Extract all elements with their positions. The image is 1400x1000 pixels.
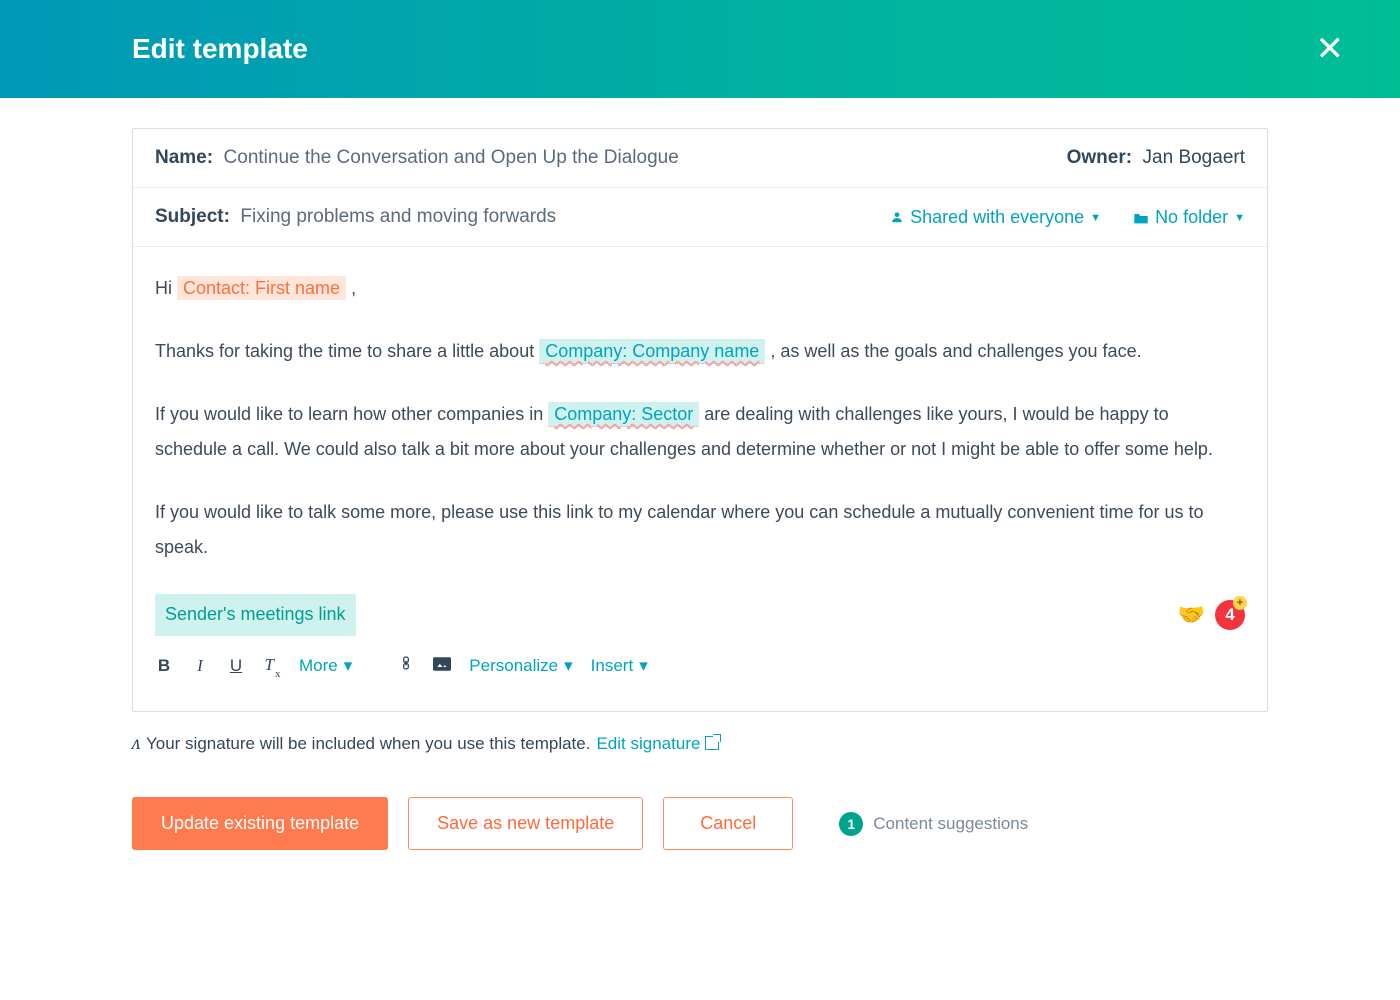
edit-signature-link[interactable]: Edit signature <box>596 734 719 754</box>
text: , <box>351 278 356 298</box>
folder-icon <box>1133 211 1149 225</box>
token-company-name[interactable]: Company: Company name <box>539 339 765 364</box>
subject-value: Fixing problems and moving forwards <box>240 206 556 227</box>
signature-icon: ᴧ <box>132 732 140 755</box>
subject-label: Subject: <box>155 206 230 227</box>
update-template-button[interactable]: Update existing template <box>132 797 388 850</box>
editor-body[interactable]: Hi Contact: First name , Thanks for taki… <box>133 247 1267 711</box>
meta-row-name: Name: Continue the Conversation and Open… <box>133 129 1267 188</box>
chevron-down-icon: ▾ <box>564 649 573 682</box>
name-value: Continue the Conversation and Open Up th… <box>224 147 679 168</box>
footer-actions: Update existing template Save as new tem… <box>132 797 1268 850</box>
modal-content: Name: Continue the Conversation and Open… <box>0 98 1400 850</box>
personalize-dropdown[interactable]: Personalize ▾ <box>469 649 572 682</box>
modal-header: Edit template ✕ <box>0 0 1400 98</box>
chevron-down-icon: ▼ <box>1234 212 1245 224</box>
underline-button[interactable]: U <box>227 649 245 682</box>
save-as-new-button[interactable]: Save as new template <box>408 797 643 850</box>
modal-title: Edit template <box>132 33 308 65</box>
folder-dropdown[interactable]: No folder ▼ <box>1133 207 1245 228</box>
external-link-icon <box>705 736 719 750</box>
paragraph-2: If you would like to learn how other com… <box>155 397 1245 467</box>
insert-dropdown[interactable]: Insert ▾ <box>591 649 648 682</box>
separator <box>374 657 375 675</box>
owner-value: Jan Bogaert <box>1143 147 1245 168</box>
text: , as well as the goals and challenges yo… <box>770 341 1141 361</box>
paragraph-1: Thanks for taking the time to share a li… <box>155 334 1245 369</box>
personalize-label: Personalize <box>469 649 558 682</box>
owner-label: Owner: <box>1067 147 1132 168</box>
template-subject[interactable]: Subject: Fixing problems and moving forw… <box>155 206 556 228</box>
edit-signature-label: Edit signature <box>596 734 700 753</box>
editor-toolbar: B I U Tx More ▾ Personalize ▾ <box>155 648 1245 697</box>
token-contact-firstname[interactable]: Contact: First name <box>177 276 346 300</box>
chevron-down-icon: ▾ <box>639 649 648 682</box>
signature-text: Your signature will be included when you… <box>146 734 590 754</box>
signature-note: ᴧ Your signature will be included when y… <box>132 732 1268 755</box>
more-label: More <box>299 649 338 682</box>
template-owner: Owner: Jan Bogaert <box>1067 147 1245 169</box>
link-icon <box>399 655 413 671</box>
folder-label: No folder <box>1155 207 1228 228</box>
insert-label: Insert <box>591 649 634 682</box>
chevron-down-icon: ▾ <box>344 649 353 682</box>
greeting-line: Hi Contact: First name , <box>155 271 1245 306</box>
notification-badge[interactable]: 4 <box>1215 600 1245 630</box>
clear-formatting-button[interactable]: Tx <box>263 648 281 683</box>
chevron-down-icon: ▼ <box>1090 212 1101 224</box>
italic-button[interactable]: I <box>191 649 209 682</box>
suggestions-count: 1 <box>839 812 863 836</box>
token-company-sector[interactable]: Company: Sector <box>548 402 699 427</box>
paragraph-3: If you would like to talk some more, ple… <box>155 495 1245 565</box>
more-dropdown[interactable]: More ▾ <box>299 649 352 682</box>
image-icon <box>433 657 451 671</box>
image-button[interactable] <box>433 649 451 682</box>
meta-row-subject: Subject: Fixing problems and moving forw… <box>133 188 1267 247</box>
bold-button[interactable]: B <box>155 649 173 682</box>
text: Thanks for taking the time to share a li… <box>155 341 539 361</box>
cancel-button[interactable]: Cancel <box>663 797 793 850</box>
person-icon <box>890 210 904 224</box>
content-suggestions[interactable]: 1 Content suggestions <box>839 812 1028 836</box>
handshake-icon[interactable]: 🤝 <box>1178 594 1205 637</box>
shared-label: Shared with everyone <box>910 207 1084 228</box>
close-icon[interactable]: ✕ <box>1316 32 1345 66</box>
suggestions-label: Content suggestions <box>873 814 1028 834</box>
name-label: Name: <box>155 147 213 168</box>
text: Hi <box>155 278 177 298</box>
shared-with-dropdown[interactable]: Shared with everyone ▼ <box>890 207 1101 228</box>
text: If you would like to learn how other com… <box>155 404 548 424</box>
template-name[interactable]: Name: Continue the Conversation and Open… <box>155 147 679 169</box>
token-meetings-link[interactable]: Sender's meetings link <box>155 594 356 635</box>
link-button[interactable] <box>397 649 415 682</box>
editor-panel: Name: Continue the Conversation and Open… <box>132 128 1268 712</box>
